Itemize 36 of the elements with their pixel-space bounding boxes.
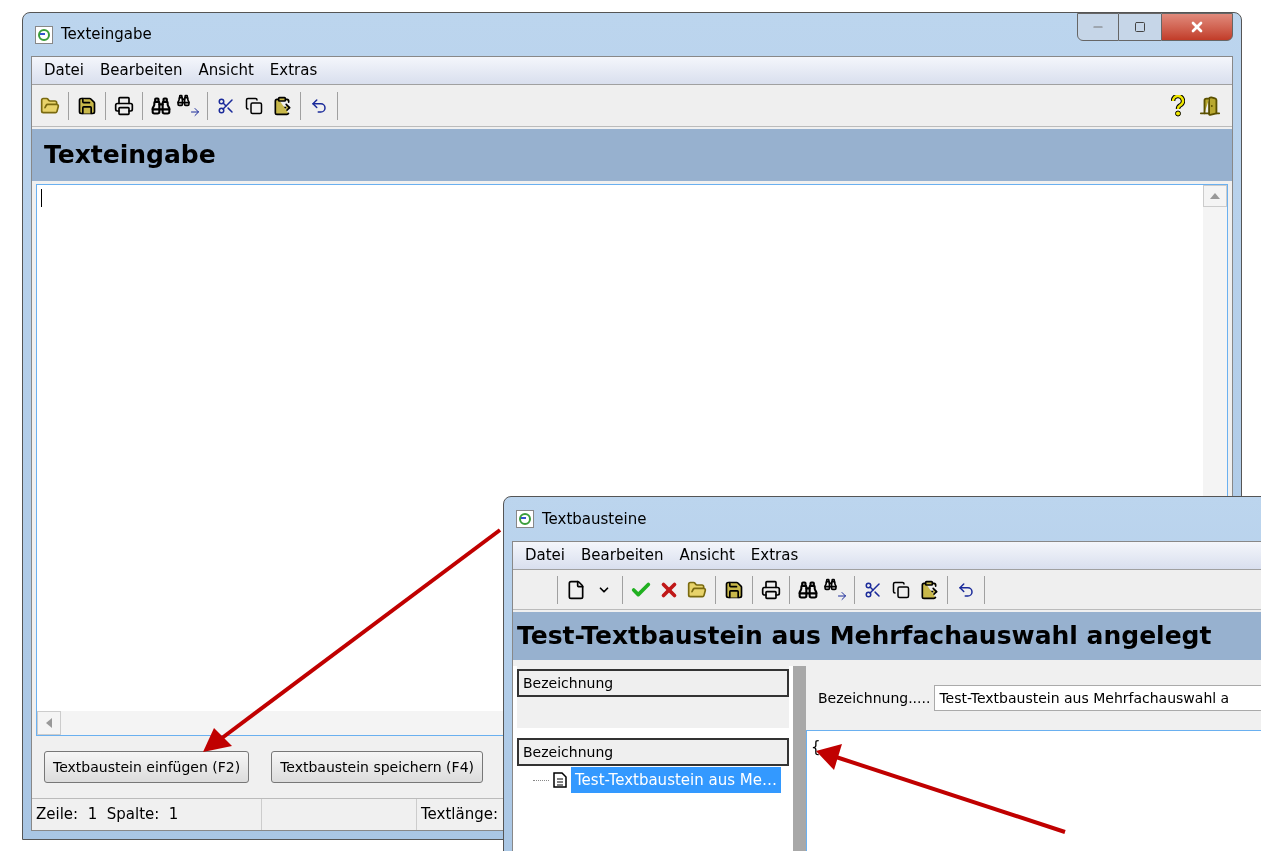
app-icon <box>516 510 534 528</box>
minimize-button[interactable] <box>1077 13 1119 41</box>
up-arrow-icon <box>1210 193 1220 199</box>
document-icon <box>553 772 567 788</box>
menu-item[interactable]: Bearbeiten <box>573 544 672 567</box>
menu-item[interactable]: Extras <box>261 59 326 82</box>
menu-item[interactable]: Bearbeiten <box>92 59 191 82</box>
column-header[interactable]: Bezeichnung <box>517 669 789 697</box>
status-text: Zeile: 1 Spalte: 1 <box>36 804 179 826</box>
name-field[interactable]: Test-Textbaustein aus Mehrfachauswahl a <box>934 685 1261 711</box>
maximize-button[interactable] <box>1119 13 1161 41</box>
menu-item[interactable]: Datei <box>517 544 574 567</box>
help-icon <box>1171 94 1185 117</box>
close-button[interactable] <box>1161 13 1233 41</box>
status-text: Textlänge: <box>421 804 498 826</box>
action-button[interactable]: Textbaustein speichern (F4) <box>271 751 483 783</box>
text-cursor <box>41 189 42 207</box>
menu-item[interactable]: Ansicht <box>190 59 262 82</box>
menu-item[interactable]: Datei <box>36 59 93 82</box>
action-button[interactable]: Textbaustein einfügen (F2) <box>44 751 250 783</box>
menu-item[interactable]: Ansicht <box>671 544 743 567</box>
text-editor[interactable]: { <box>806 730 1261 851</box>
page-heading: Texteingabe <box>44 139 216 172</box>
editor-text: { <box>811 738 821 756</box>
left-arrow-icon <box>46 718 52 728</box>
window-title: Textbausteine <box>542 508 647 530</box>
column-header[interactable]: Bezeichnung <box>517 738 789 766</box>
page-heading: Test-Textbaustein aus Mehrfachauswahl angelegt <box>517 620 1212 653</box>
menu-item[interactable]: Extras <box>742 544 807 567</box>
maximize-icon <box>1134 21 1146 33</box>
close-icon <box>1189 19 1205 35</box>
field-label: Bezeichnung..... <box>818 688 931 708</box>
window-title: Texteingabe <box>61 24 152 46</box>
scroll-up-button[interactable] <box>1203 185 1227 207</box>
scroll-left-button[interactable] <box>37 711 61 735</box>
app-icon <box>35 25 53 44</box>
